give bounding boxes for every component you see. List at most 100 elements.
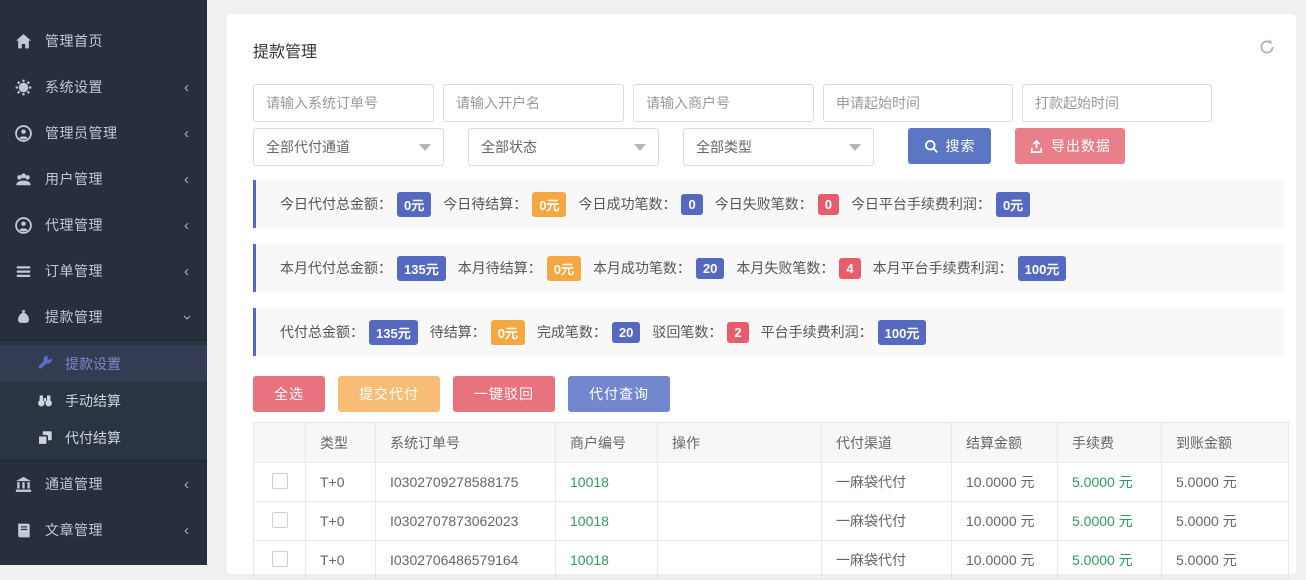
sidebar-item-label: 订单管理 [45,261,184,281]
refresh-icon[interactable] [1258,38,1276,56]
channel-select-value: 全部代付通道 [266,137,350,157]
payout-start-time-input[interactable] [1022,84,1212,122]
chevron-left-icon: ‹ [184,477,189,492]
column-header: 手续费 [1058,423,1162,463]
chevron-left-icon: ‹ [184,264,189,279]
sidebar-item-label: 管理员管理 [45,123,184,143]
orders-icon [15,263,32,280]
cell-channel: 一麻袋代付 [822,463,952,502]
reject-all-button[interactable]: 一键驳回 [453,376,555,412]
stat-badge: 0元 [532,192,566,217]
stat-badge: 100元 [878,320,927,345]
stat-badge: 2 [727,322,748,343]
withdraw-submenu: 提款设置 手动结算 代付结算 [0,340,207,461]
stat-badge: 0 [818,194,839,215]
sidebar-item-label: 系统设置 [45,77,184,97]
row-checkbox[interactable] [272,512,288,528]
withdraw-icon [15,309,32,326]
status-select-value: 全部状态 [481,137,537,157]
cell-order-no: I0302706486579164 [376,541,556,580]
stat-badge: 20 [612,322,640,343]
stat-label: 代付总金额： [280,322,364,342]
sidebar-item-label: 提款管理 [45,307,184,327]
account-name-input[interactable] [443,84,624,122]
sidebar-item-agent-management[interactable]: 代理管理 ‹ [0,202,207,248]
row-checkbox[interactable] [272,551,288,567]
stat-badge: 0元 [996,192,1030,217]
stat-badge: 0元 [547,256,581,281]
sidebar-item-admin-management[interactable]: 管理员管理 ‹ [0,110,207,156]
search-button-label: 搜索 [946,136,976,156]
bank-icon [15,476,32,493]
export-button-label: 导出数据 [1051,136,1111,156]
submit-daifu-button[interactable]: 提交代付 [338,376,440,412]
sidebar-item-article-management[interactable]: 文章管理 ‹ [0,507,207,553]
sidebar-item-order-management[interactable]: 订单管理 ‹ [0,248,207,294]
cell-merchant-no: 10018 [556,463,658,502]
column-header: 到账金额 [1162,423,1289,463]
cell-merchant-no: 10018 [556,502,658,541]
submenu-item-manual-settlement[interactable]: 手动结算 [0,382,207,419]
submenu-item-withdraw-settings[interactable]: 提款设置 [0,345,207,382]
sidebar-item-home[interactable]: 管理首页 [0,18,207,64]
stat-label: 本月代付总金额： [280,258,392,278]
stat-label: 今日代付总金额： [280,194,392,214]
cell-fee: 5.0000 元 [1058,502,1162,541]
column-header: 系统订单号 [376,423,556,463]
cell-receive-amount: 5.0000 元 [1162,541,1289,580]
users-icon [15,171,32,188]
cell-order-no: I0302709278588175 [376,463,556,502]
stats-today-bar: 今日代付总金额：0元 今日待结算：0元 今日成功笔数：0 今日失败笔数：0 今日… [253,180,1284,228]
stat-label: 今日待结算： [443,194,527,214]
filter-inputs-row [253,84,1284,122]
wrench-icon [37,356,53,372]
row-checkbox[interactable] [272,473,288,489]
stat-badge: 20 [696,258,724,279]
sidebar-item-system-settings[interactable]: 系统设置 ‹ [0,64,207,110]
filter-selects-row: 全部代付通道 全部状态 全部类型 搜索 导出数据 [253,128,1284,166]
admin-icon [15,125,32,142]
export-data-button[interactable]: 导出数据 [1015,128,1125,164]
sidebar-item-label: 用户管理 [45,169,184,189]
stat-badge: 135元 [397,256,446,281]
status-select[interactable]: 全部状态 [468,128,659,166]
sidebar: 管理首页 系统设置 ‹ 管理员管理 ‹ 用户管理 ‹ [0,0,207,565]
select-all-button[interactable]: 全选 [253,376,325,412]
stat-label: 平台手续费利润： [761,322,873,342]
order-no-input[interactable] [253,84,434,122]
select-column-header [254,423,306,463]
page-title: 提款管理 [253,38,1284,62]
cell-channel: 一麻袋代付 [822,541,952,580]
daifu-query-button[interactable]: 代付查询 [568,376,670,412]
clone-icon [37,430,53,446]
submenu-item-daifu-settlement[interactable]: 代付结算 [0,419,207,456]
sidebar-item-withdraw-management[interactable]: 提款管理 ‹ [0,294,207,340]
column-header: 商户编号 [556,423,658,463]
sidebar-item-channel-management[interactable]: 通道管理 ‹ [0,461,207,507]
column-header: 结算金额 [952,423,1058,463]
channel-select[interactable]: 全部代付通道 [253,128,444,166]
apply-start-time-input[interactable] [823,84,1013,122]
withdraw-panel: 提款管理 全部代付通道 全部状态 全部类型 [227,14,1296,574]
stat-badge: 0元 [491,320,525,345]
search-button[interactable]: 搜索 [908,128,991,164]
submenu-item-label: 提款设置 [65,354,121,374]
gear-icon [15,79,32,96]
cell-type: T+0 [306,502,376,541]
chevron-left-icon: ‹ [184,80,189,95]
stat-badge: 4 [839,258,860,279]
cell-merchant-no: 10018 [556,541,658,580]
cell-settle-amount: 10.0000 元 [952,541,1058,580]
type-select[interactable]: 全部类型 [683,128,874,166]
cell-channel: 一麻袋代付 [822,502,952,541]
main-content: 提款管理 全部代付通道 全部状态 全部类型 [207,0,1306,565]
table-row: T+0 I0302707873062023 10018 一麻袋代付 10.000… [254,502,1289,541]
cell-action [658,463,822,502]
stat-label: 今日平台手续费利润： [851,194,991,214]
agent-icon [15,217,32,234]
sidebar-item-user-management[interactable]: 用户管理 ‹ [0,156,207,202]
cell-action [658,541,822,580]
binoculars-icon [37,393,53,409]
merchant-no-input[interactable] [633,84,814,122]
table-row: T+0 I0302709278588175 10018 一麻袋代付 10.000… [254,463,1289,502]
